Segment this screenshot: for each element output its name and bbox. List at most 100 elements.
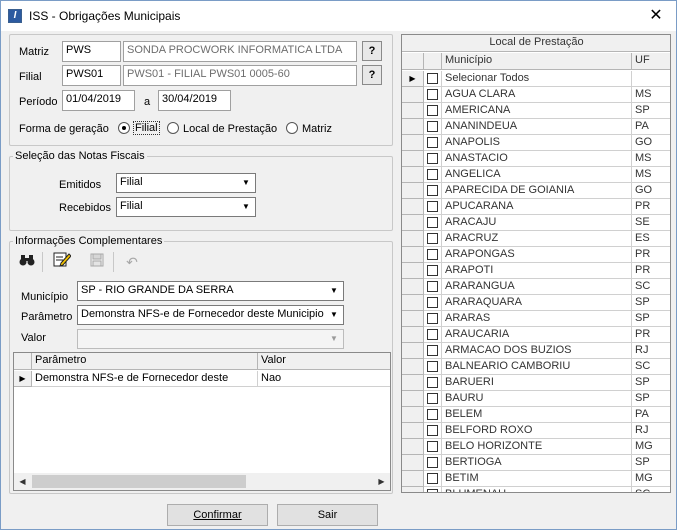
grid-header-parametro[interactable]: Parâmetro: [32, 353, 258, 370]
horizontal-scrollbar[interactable]: ◀ ▶: [14, 473, 390, 490]
row-uf[interactable]: PR: [632, 263, 670, 279]
row-checkbox[interactable]: [427, 345, 438, 356]
grid-header-uf[interactable]: UF: [632, 53, 670, 70]
row-uf[interactable]: SP: [632, 455, 670, 471]
row-municipio[interactable]: ARMACAO DOS BUZIOS: [442, 343, 632, 359]
row-checkbox[interactable]: [427, 233, 438, 244]
matriz-code-input[interactable]: PWS: [62, 41, 121, 62]
row-checkbox[interactable]: [427, 329, 438, 340]
scroll-left-icon[interactable]: ◀: [14, 473, 31, 490]
periodo-end-input[interactable]: 30/04/2019: [158, 90, 231, 111]
save-icon[interactable]: [86, 251, 108, 273]
scroll-thumb[interactable]: [32, 475, 246, 488]
row-uf[interactable]: MG: [632, 471, 670, 487]
row-checkbox[interactable]: [427, 169, 438, 180]
row-checkbox[interactable]: [427, 249, 438, 260]
row-checkbox[interactable]: [427, 393, 438, 404]
row-uf[interactable]: PR: [632, 247, 670, 263]
row-uf[interactable]: SP: [632, 295, 670, 311]
row-uf[interactable]: MG: [632, 439, 670, 455]
row-uf[interactable]: GO: [632, 135, 670, 151]
row-checkbox[interactable]: [427, 137, 438, 148]
row-municipio[interactable]: AMERICANA: [442, 103, 632, 119]
row-checkbox[interactable]: [427, 89, 438, 100]
sair-button[interactable]: Sair: [277, 504, 378, 526]
valor-select[interactable]: ▼: [77, 329, 344, 349]
row-municipio[interactable]: BAURU: [442, 391, 632, 407]
row-municipio[interactable]: BELEM: [442, 407, 632, 423]
close-icon[interactable]: ✕: [644, 5, 668, 27]
grid-cell-parametro[interactable]: Demonstra NFS-e de Fornecedor deste: [32, 371, 258, 387]
row-uf[interactable]: SP: [632, 103, 670, 119]
grid-header-valor[interactable]: Valor: [258, 353, 390, 370]
row-uf[interactable]: GO: [632, 183, 670, 199]
row-uf[interactable]: MS: [632, 87, 670, 103]
row-uf[interactable]: RJ: [632, 423, 670, 439]
row-checkbox[interactable]: [427, 265, 438, 276]
undo-icon[interactable]: ↶: [121, 251, 143, 273]
radio-local-label[interactable]: Local de Prestação: [183, 123, 277, 135]
radio-local[interactable]: [167, 122, 179, 134]
grid-header-municipio[interactable]: Município: [442, 53, 632, 70]
row-uf[interactable]: PR: [632, 199, 670, 215]
row-uf[interactable]: PA: [632, 407, 670, 423]
row-uf[interactable]: PA: [632, 119, 670, 135]
row-uf[interactable]: SP: [632, 375, 670, 391]
row-checkbox[interactable]: [427, 297, 438, 308]
binoculars-icon[interactable]: [16, 251, 38, 273]
matriz-lookup-button[interactable]: ?: [362, 41, 382, 61]
row-checkbox[interactable]: [427, 441, 438, 452]
row-municipio[interactable]: BERTIOGA: [442, 455, 632, 471]
row-municipio[interactable]: ARARANGUA: [442, 279, 632, 295]
row-uf[interactable]: [632, 71, 670, 87]
row-municipio[interactable]: ARAPOTI: [442, 263, 632, 279]
row-municipio[interactable]: BARUERI: [442, 375, 632, 391]
row-municipio[interactable]: APUCARANA: [442, 199, 632, 215]
row-uf[interactable]: ES: [632, 231, 670, 247]
radio-filial-label[interactable]: Filial: [133, 121, 160, 135]
row-uf[interactable]: SC: [632, 487, 670, 492]
edit-icon[interactable]: [51, 251, 73, 273]
row-uf[interactable]: SC: [632, 359, 670, 375]
row-uf[interactable]: SE: [632, 215, 670, 231]
row-uf[interactable]: SP: [632, 311, 670, 327]
row-municipio[interactable]: ARACAJU: [442, 215, 632, 231]
row-municipio[interactable]: APARECIDA DE GOIANIA: [442, 183, 632, 199]
radio-matriz-label[interactable]: Matriz: [302, 123, 332, 135]
row-checkbox[interactable]: [427, 377, 438, 388]
confirmar-button[interactable]: Confirmar: [167, 504, 268, 526]
title-bar[interactable]: I ISS - Obrigações Municipais ✕: [1, 1, 676, 31]
row-municipio[interactable]: BLUMENAU: [442, 487, 632, 492]
row-municipio[interactable]: BELFORD ROXO: [442, 423, 632, 439]
row-uf[interactable]: SC: [632, 279, 670, 295]
row-municipio[interactable]: ARARAQUARA: [442, 295, 632, 311]
row-municipio[interactable]: ARAUCARIA: [442, 327, 632, 343]
row-municipio[interactable]: ANGELICA: [442, 167, 632, 183]
row-municipio[interactable]: ARAPONGAS: [442, 247, 632, 263]
row-checkbox[interactable]: [427, 473, 438, 484]
row-municipio[interactable]: BELO HORIZONTE: [442, 439, 632, 455]
row-municipio[interactable]: ARACRUZ: [442, 231, 632, 247]
parametro-select[interactable]: Demonstra NFS-e de Fornecedor deste Muni…: [77, 305, 344, 325]
row-municipio[interactable]: BETIM: [442, 471, 632, 487]
row-checkbox[interactable]: [427, 121, 438, 132]
periodo-start-input[interactable]: 01/04/2019: [62, 90, 135, 111]
recebidos-select[interactable]: Filial ▼: [116, 197, 256, 217]
row-checkbox[interactable]: [427, 153, 438, 164]
row-uf[interactable]: PR: [632, 327, 670, 343]
radio-matriz[interactable]: [286, 122, 298, 134]
row-checkbox[interactable]: [427, 409, 438, 420]
row-checkbox[interactable]: [427, 457, 438, 468]
row-checkbox[interactable]: [427, 281, 438, 292]
municipio-select[interactable]: SP - RIO GRANDE DA SERRA ▼: [77, 281, 344, 301]
row-uf[interactable]: MS: [632, 167, 670, 183]
row-checkbox[interactable]: [427, 313, 438, 324]
row-uf[interactable]: MS: [632, 151, 670, 167]
row-municipio[interactable]: ANANINDEUA: [442, 119, 632, 135]
row-municipio[interactable]: ANASTACIO: [442, 151, 632, 167]
grid-cell-valor[interactable]: Nao: [258, 371, 390, 387]
row-checkbox[interactable]: [427, 425, 438, 436]
row-municipio[interactable]: BALNEARIO CAMBORIU: [442, 359, 632, 375]
row-uf[interactable]: RJ: [632, 343, 670, 359]
row-municipio[interactable]: AGUA CLARA: [442, 87, 632, 103]
